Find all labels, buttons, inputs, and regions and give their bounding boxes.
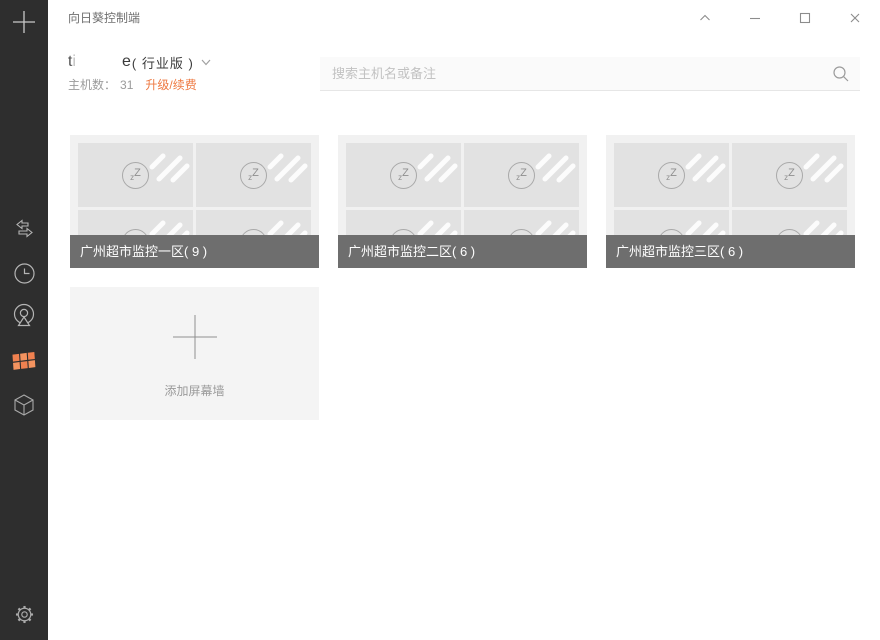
maximize-button[interactable] [793, 6, 817, 30]
account-block: ti e( 行业版 ) 主机数： 31 升级/续费 [68, 52, 212, 93]
search-bar [320, 57, 860, 91]
shine-stripes-icon [417, 153, 458, 183]
sidebar-item-screen-wall[interactable] [11, 349, 37, 375]
plus-icon [172, 315, 217, 359]
chevron-up-icon [700, 14, 710, 21]
card-title-bar: 广州超市监控三区( 6 ) [606, 235, 855, 268]
card-title-bar: 广州超市监控二区( 6 ) [338, 235, 587, 268]
card-title: 广州超市监控二区( 6 ) [348, 244, 476, 259]
screen-wall-card[interactable]: zZ zZ zZ [70, 135, 319, 268]
sidebar-item-history[interactable] [11, 260, 37, 286]
hosts-count: 31 [120, 77, 134, 92]
screen-thumbnail: zZ [464, 143, 579, 207]
username-suffix: e [122, 53, 131, 70]
minimize-icon [750, 17, 760, 20]
upgrade-renew-link[interactable]: 升级/续费 [145, 76, 196, 93]
search-icon [833, 66, 849, 82]
titlebar: 向日葵控制端 [48, 0, 880, 36]
add-screen-wall-label: 添加屏幕墙 [164, 384, 225, 398]
gear-icon [15, 605, 33, 623]
close-icon [850, 13, 860, 23]
clock-icon [13, 262, 35, 284]
card-title-bar: 广州超市监控一区( 9 ) [70, 235, 319, 268]
card-title: 广州超市监控一区( 9 ) [80, 244, 208, 259]
plus-icon [13, 11, 35, 33]
sidebar-item-remote-control[interactable] [11, 216, 37, 242]
sidebar [0, 0, 48, 640]
shine-stripes-icon [803, 153, 844, 183]
add-device-button[interactable] [11, 9, 37, 35]
maximize-icon [799, 12, 811, 24]
search-input[interactable] [320, 57, 860, 90]
shine-stripes-icon [535, 153, 576, 183]
minimize-button[interactable] [743, 6, 767, 30]
username-mask [77, 54, 121, 70]
account-edition: ( 行业版 ) [131, 55, 194, 71]
chevron-down-icon [201, 59, 211, 66]
screen-thumbnail: zZ [78, 143, 193, 207]
cube-icon [14, 394, 34, 416]
shine-stripes-icon [267, 153, 308, 183]
sidebar-item-camera[interactable] [11, 303, 37, 329]
window-controls [667, 6, 867, 30]
screen-thumbnail: zZ [196, 143, 311, 207]
settings-button[interactable] [11, 601, 37, 627]
app-window: 向日葵控制端 ti e( 行业版 ) 主机数： 31 升级/续费 搜索主机名或备… [0, 0, 880, 640]
shine-stripes-icon [149, 153, 190, 183]
screen-wall-card[interactable]: zZ zZ zZ [606, 135, 855, 268]
screen-wall-grid: zZ zZ zZ [70, 135, 855, 420]
camera-icon [13, 303, 35, 327]
screen-thumbnail: zZ [614, 143, 729, 207]
collapse-button[interactable] [693, 6, 717, 30]
main-area: 向日葵控制端 ti e( 行业版 ) 主机数： 31 升级/续费 搜索主机名或备… [48, 0, 880, 640]
screen-wall-card[interactable]: zZ zZ zZ [338, 135, 587, 268]
card-title: 广州超市监控三区( 6 ) [616, 244, 744, 259]
screen-wall-grid-icon [12, 351, 36, 370]
shine-stripes-icon [685, 153, 726, 183]
hosts-label: 主机数： [68, 78, 117, 92]
account-dropdown-toggle[interactable] [200, 56, 212, 68]
account-username[interactable]: ti e( 行业版 ) [68, 52, 212, 72]
close-button[interactable] [843, 6, 867, 30]
add-screen-wall-card[interactable]: 添加屏幕墙 [70, 287, 319, 420]
screen-thumbnail: zZ [346, 143, 461, 207]
screen-thumbnail: zZ [732, 143, 847, 207]
swap-arrows-icon [15, 219, 33, 238]
window-title: 向日葵控制端 [68, 11, 141, 25]
sidebar-item-devices[interactable] [11, 392, 37, 418]
username-prefix: ti [68, 53, 76, 70]
account-hosts-line: 主机数： 31 升级/续费 [68, 76, 212, 93]
